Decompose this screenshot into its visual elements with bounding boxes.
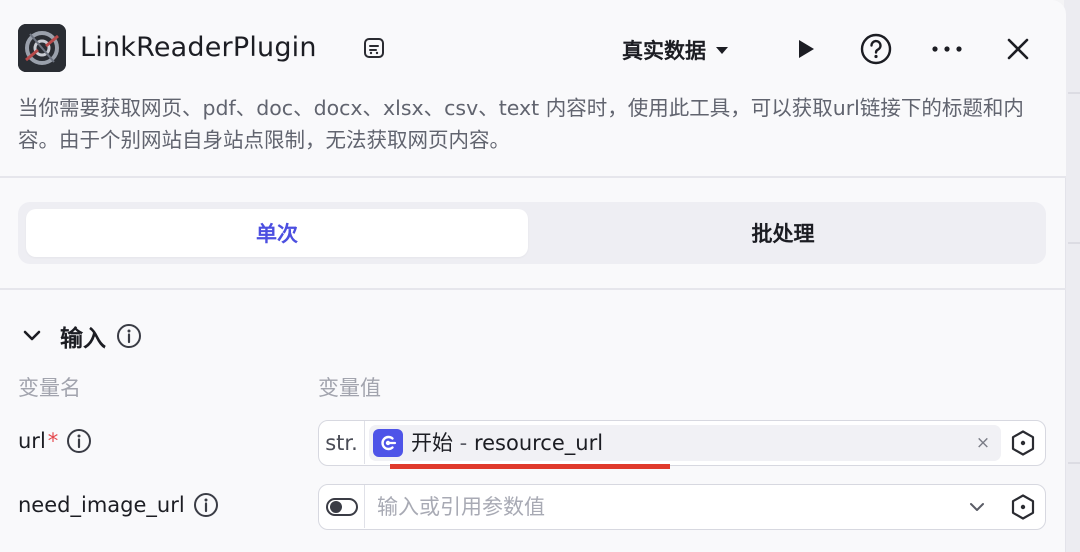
boolean-toggle[interactable] [319,485,365,528]
input-section-header: 输入 [18,318,142,354]
url-value-field[interactable]: str. 开始 - resource_url × [318,420,1046,466]
reference-separator: - [453,431,474,455]
param-name-url: url * [18,428,92,454]
run-button[interactable] [786,30,824,68]
chevron-down-icon [23,330,41,341]
hexagon-variable-icon[interactable] [1009,493,1037,521]
chevron-down-icon[interactable] [965,495,989,519]
type-prefix: str. [319,421,365,464]
close-icon [1007,38,1029,60]
node-detail-panel: LinkReaderPlugin 真实数据 当你需要获取网页、pdf、doc、d… [0,0,1066,552]
plugin-description: 当你需要获取网页、pdf、doc、docx、xlsx、csv、text 内容时，… [18,96,1024,152]
run-mode-tabs: 单次 批处理 [18,202,1046,264]
plugin-logo-icon [18,24,66,72]
collapse-toggle[interactable] [18,322,46,350]
divider [0,176,1066,178]
info-icon[interactable] [193,492,219,518]
param-label: need_image_url [18,493,185,517]
plugin-title: LinkReaderPlugin [80,32,317,63]
data-mode-select[interactable]: 真实数据 [622,34,730,66]
info-icon[interactable] [66,428,92,454]
required-mark: * [47,429,59,453]
panel-header: LinkReaderPlugin 真实数据 当你需要获取网页、pdf、doc、d… [0,0,1066,176]
value-input-placeholder[interactable]: 输入或引用参数值 [377,493,545,521]
help-icon [860,33,892,65]
edge-mark [1068,242,1080,244]
more-button[interactable] [928,30,966,68]
reference-variable: resource_url [473,431,604,455]
tab-single[interactable]: 单次 [26,209,528,257]
start-node-icon [373,429,403,457]
edge-mark [1068,462,1080,464]
toggle-icon [325,497,358,516]
hexagon-variable-icon[interactable] [1009,429,1037,457]
reference-chip[interactable]: 开始 - resource_url × [369,425,1001,461]
tab-batch[interactable]: 批处理 [532,209,1034,257]
data-mode-label: 真实数据 [622,39,706,63]
info-icon[interactable] [116,323,142,349]
column-header-value: 变量值 [318,376,381,400]
reference-text: 开始 - resource_url [411,428,603,458]
help-button[interactable] [857,30,895,68]
copy-icon[interactable] [362,36,386,60]
more-icon [932,46,962,52]
column-header-name: 变量名 [18,376,81,400]
param-label: url [18,429,46,453]
edge-mark [1068,92,1080,94]
close-button[interactable] [999,30,1037,68]
reference-node: 开始 [411,431,453,455]
section-title: 输入 [60,326,106,352]
param-name-need-image-url: need_image_url [18,492,219,518]
background-edge [1064,0,1080,552]
caret-down-icon [716,47,728,54]
clear-icon[interactable]: × [971,431,995,455]
need-image-url-value-field[interactable]: 输入或引用参数值 [318,484,1046,530]
play-icon [799,40,814,58]
divider [0,288,1066,290]
annotation-underline [390,464,670,469]
